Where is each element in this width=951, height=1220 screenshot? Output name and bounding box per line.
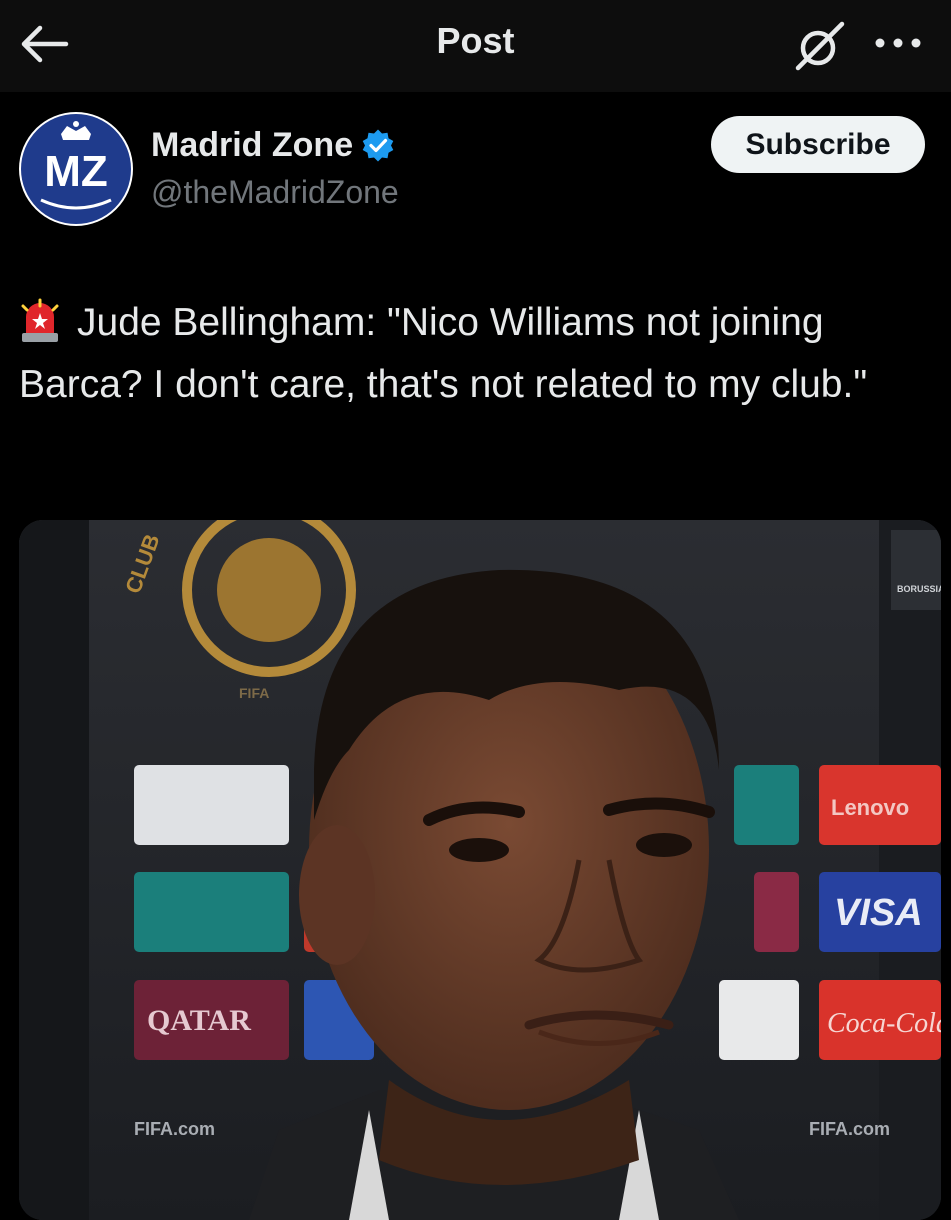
post-media[interactable]: CLUB FIFA BORUSSIA QATAR FIFA.com Lenovo… <box>19 520 941 1220</box>
post-text-content: Jude Bellingham: "Nico Williams not join… <box>19 301 868 406</box>
madrid-zone-logo: MZ <box>21 114 131 224</box>
media-photo: CLUB FIFA BORUSSIA QATAR FIFA.com Lenovo… <box>19 520 941 1220</box>
grok-button[interactable] <box>792 18 848 74</box>
board-label: FIFA <box>239 685 269 701</box>
subscribe-button[interactable]: Subscribe <box>711 116 925 173</box>
arrow-left-icon <box>21 25 69 63</box>
back-button[interactable] <box>18 22 70 66</box>
board-label: Coca-Cola <box>827 1008 941 1039</box>
author-handle[interactable]: @theMadridZone <box>151 174 399 211</box>
post-text: Jude Bellingham: "Nico Williams not join… <box>19 292 931 416</box>
board-label: VISA <box>834 892 923 934</box>
top-bar: Post <box>0 0 951 92</box>
avatar[interactable]: MZ <box>19 112 133 226</box>
siren-emoji-icon <box>19 297 61 343</box>
board-label: FIFA.com <box>134 1119 215 1139</box>
author-name[interactable]: Madrid Zone <box>151 126 353 165</box>
board-label: Lenovo <box>831 795 909 820</box>
grok-icon <box>795 21 845 71</box>
board-label: FIFA.com <box>809 1119 890 1139</box>
more-horizontal-icon <box>875 38 921 48</box>
avatar-text: MZ <box>44 147 108 196</box>
board-label: BORUSSIA <box>897 584 941 594</box>
author-row[interactable]: Madrid Zone <box>151 122 395 168</box>
verified-badge-icon <box>362 129 394 162</box>
more-button[interactable] <box>872 32 924 54</box>
board-label: QATAR <box>147 1004 251 1037</box>
